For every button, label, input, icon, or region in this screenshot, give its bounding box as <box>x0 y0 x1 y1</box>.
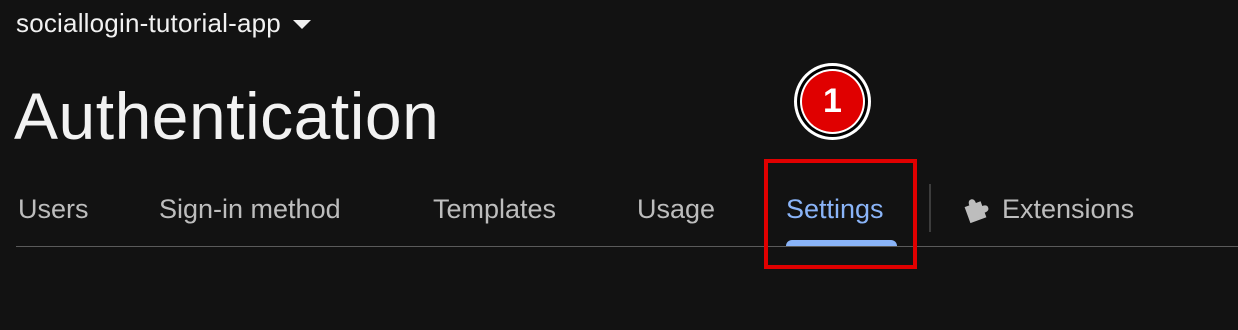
step-annotation-badge: 1 <box>794 63 871 140</box>
tab-extensions[interactable]: Extensions <box>962 172 1134 246</box>
project-name: sociallogin-tutorial-app <box>16 7 281 38</box>
tab-users[interactable]: Users <box>18 172 89 246</box>
tab-bar: Users Sign-in method Templates Usage Set… <box>0 172 1238 248</box>
tab-usage[interactable]: Usage <box>637 172 715 246</box>
tab-bar-underline <box>16 246 1238 247</box>
tab-sign-in-method[interactable]: Sign-in method <box>159 172 341 246</box>
settings-highlight-box <box>764 159 917 269</box>
step-annotation-ring: 1 <box>797 66 868 137</box>
project-selector[interactable]: sociallogin-tutorial-app <box>16 6 311 40</box>
page-title: Authentication <box>14 79 440 153</box>
tab-extensions-label: Extensions <box>1002 193 1135 224</box>
puzzle-piece-icon <box>964 199 989 224</box>
step-annotation-number: 1 <box>802 71 863 132</box>
step-annotation-ring-inner: 1 <box>800 69 865 134</box>
tab-divider <box>929 184 931 232</box>
tab-templates[interactable]: Templates <box>433 172 556 246</box>
page: sociallogin-tutorial-app Authentication … <box>0 0 1238 330</box>
caret-down-icon <box>292 19 311 29</box>
